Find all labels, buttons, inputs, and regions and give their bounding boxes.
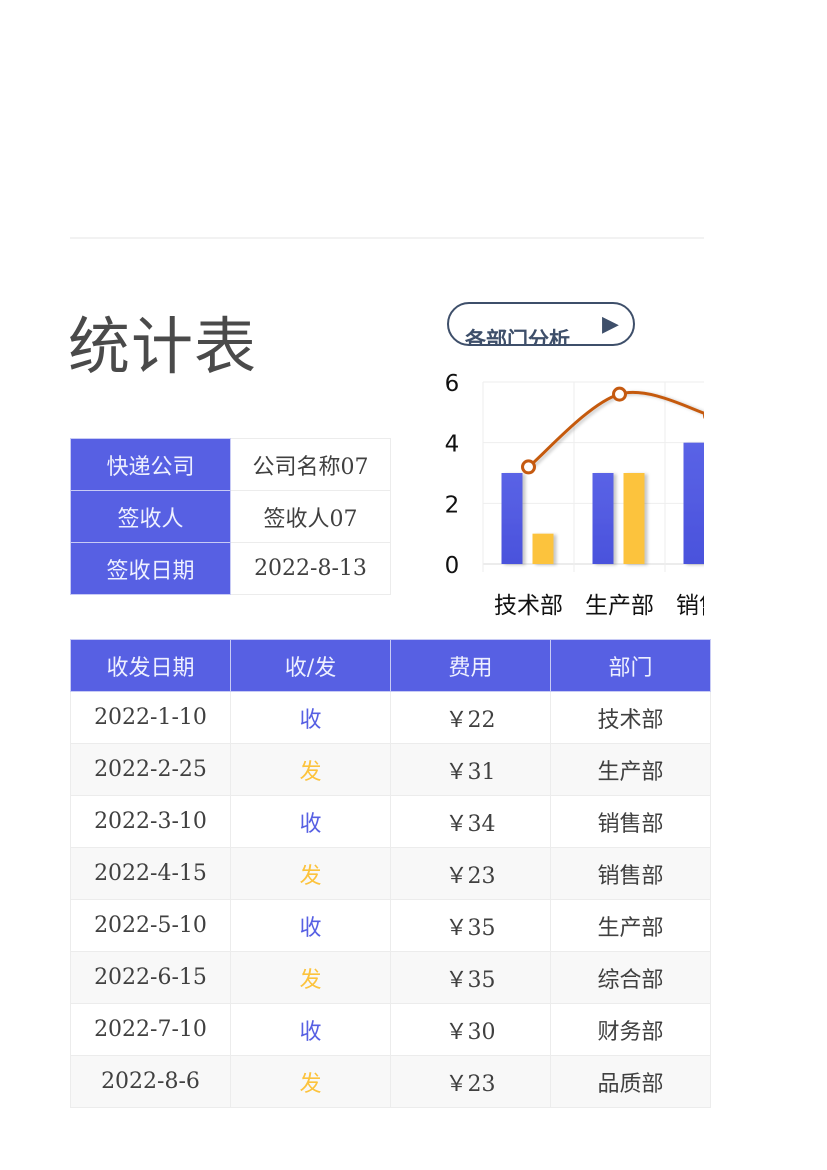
info-label: 签收人 bbox=[70, 490, 231, 543]
cell-type[interactable]: 收 bbox=[230, 691, 391, 744]
cell-date[interactable]: 2022-4-15 bbox=[70, 847, 231, 900]
table-row: 2022-3-10 收 ￥34 销售部 bbox=[70, 795, 711, 848]
y-tick-label: 4 bbox=[445, 432, 460, 458]
x-tick-label: 技术部 bbox=[494, 593, 563, 619]
trend-line bbox=[527, 391, 704, 469]
cell-type[interactable]: 发 bbox=[230, 1055, 391, 1108]
page-title: 统计表 bbox=[68, 310, 258, 383]
table-row: 2022-6-15 发 ￥35 综合部 bbox=[70, 951, 711, 1004]
column-header-dept[interactable]: 部门 bbox=[550, 639, 711, 692]
info-row-date: 签收日期 2022-8-13 bbox=[70, 542, 391, 595]
cell-cost[interactable]: ￥23 bbox=[390, 1055, 551, 1108]
bar-receive-1 bbox=[592, 473, 614, 564]
table-row: 2022-4-15 发 ￥23 销售部 bbox=[70, 847, 711, 900]
cell-cost[interactable]: ￥22 bbox=[390, 691, 551, 744]
table-row: 2022-8-6 发 ￥23 品质部 bbox=[70, 1055, 711, 1108]
table-row: 2022-2-25 发 ￥31 生产部 bbox=[70, 743, 711, 796]
info-value[interactable]: 签收人07 bbox=[230, 490, 391, 543]
cell-date[interactable]: 2022-3-10 bbox=[70, 795, 231, 848]
records-table: 收发日期 收/发 费用 部门 2022-1-10 收 ￥22 技术部 2022-2-25… bbox=[70, 639, 711, 1108]
cell-dept[interactable]: 销售部 bbox=[550, 795, 711, 848]
button-label: 各部门分析 bbox=[465, 328, 570, 346]
bar-receive-2 bbox=[683, 442, 704, 564]
cell-dept[interactable]: 生产部 bbox=[550, 899, 711, 952]
bar-send-0 bbox=[532, 533, 554, 564]
cell-date[interactable]: 2022-6-15 bbox=[70, 951, 231, 1004]
info-label: 签收日期 bbox=[70, 542, 231, 595]
department-chart: 0 2 4 6 技术部生产部销售部 bbox=[445, 371, 704, 619]
cell-date[interactable]: 2022-8-6 bbox=[70, 1055, 231, 1108]
cell-date[interactable]: 2022-7-10 bbox=[70, 1003, 231, 1056]
table-row: 2022-5-10 收 ￥35 生产部 bbox=[70, 899, 711, 952]
cell-date[interactable]: 2022-5-10 bbox=[70, 899, 231, 952]
info-label: 快递公司 bbox=[70, 438, 231, 491]
y-tick-label: 6 bbox=[445, 371, 460, 397]
bar-send-1 bbox=[623, 473, 645, 564]
table-row: 2022-1-10 收 ￥22 技术部 bbox=[70, 691, 711, 744]
cell-cost[interactable]: ￥35 bbox=[390, 951, 551, 1004]
cell-date[interactable]: 2022-1-10 bbox=[70, 691, 231, 744]
cell-dept[interactable]: 财务部 bbox=[550, 1003, 711, 1056]
play-triangle-icon: ▶ bbox=[602, 312, 619, 337]
column-header-type[interactable]: 收/发 bbox=[230, 639, 391, 692]
cell-type[interactable]: 收 bbox=[230, 795, 391, 848]
cell-cost[interactable]: ￥34 bbox=[390, 795, 551, 848]
x-tick-label: 生产部 bbox=[585, 593, 654, 619]
table-header-row: 收发日期 收/发 费用 部门 bbox=[70, 639, 711, 692]
cell-dept[interactable]: 技术部 bbox=[550, 691, 711, 744]
bar-receive-0 bbox=[501, 473, 523, 564]
cell-type[interactable]: 收 bbox=[230, 899, 391, 952]
column-header-date[interactable]: 收发日期 bbox=[70, 639, 231, 692]
cell-type[interactable]: 发 bbox=[230, 743, 391, 796]
table-row: 2022-7-10 收 ￥30 财务部 bbox=[70, 1003, 711, 1056]
info-row-recipient: 签收人 签收人07 bbox=[70, 490, 391, 543]
y-tick-label: 2 bbox=[445, 492, 460, 518]
info-table: 快递公司 公司名称07 签收人 签收人07 签收日期 2022-8-13 bbox=[70, 438, 391, 595]
cell-type[interactable]: 发 bbox=[230, 847, 391, 900]
info-value[interactable]: 公司名称07 bbox=[230, 438, 391, 491]
divider bbox=[70, 237, 704, 239]
cell-cost[interactable]: ￥35 bbox=[390, 899, 551, 952]
column-header-cost[interactable]: 费用 bbox=[390, 639, 551, 692]
info-row-company: 快递公司 公司名称07 bbox=[70, 438, 391, 491]
trend-point-0 bbox=[521, 459, 536, 475]
y-tick-label: 0 bbox=[445, 553, 460, 579]
cell-date[interactable]: 2022-2-25 bbox=[70, 743, 231, 796]
department-analysis-button[interactable]: 各部门分析 ▶ bbox=[447, 302, 635, 346]
trend-point-1 bbox=[612, 386, 627, 402]
cell-dept[interactable]: 销售部 bbox=[550, 847, 711, 900]
cell-type[interactable]: 发 bbox=[230, 951, 391, 1004]
cell-dept[interactable]: 品质部 bbox=[550, 1055, 711, 1108]
cell-cost[interactable]: ￥23 bbox=[390, 847, 551, 900]
info-value[interactable]: 2022-8-13 bbox=[230, 542, 391, 595]
cell-cost[interactable]: ￥31 bbox=[390, 743, 551, 796]
cell-dept[interactable]: 生产部 bbox=[550, 743, 711, 796]
x-tick-label: 销售部 bbox=[676, 593, 704, 619]
cell-type[interactable]: 收 bbox=[230, 1003, 391, 1056]
cell-dept[interactable]: 综合部 bbox=[550, 951, 711, 1004]
cell-cost[interactable]: ￥30 bbox=[390, 1003, 551, 1056]
